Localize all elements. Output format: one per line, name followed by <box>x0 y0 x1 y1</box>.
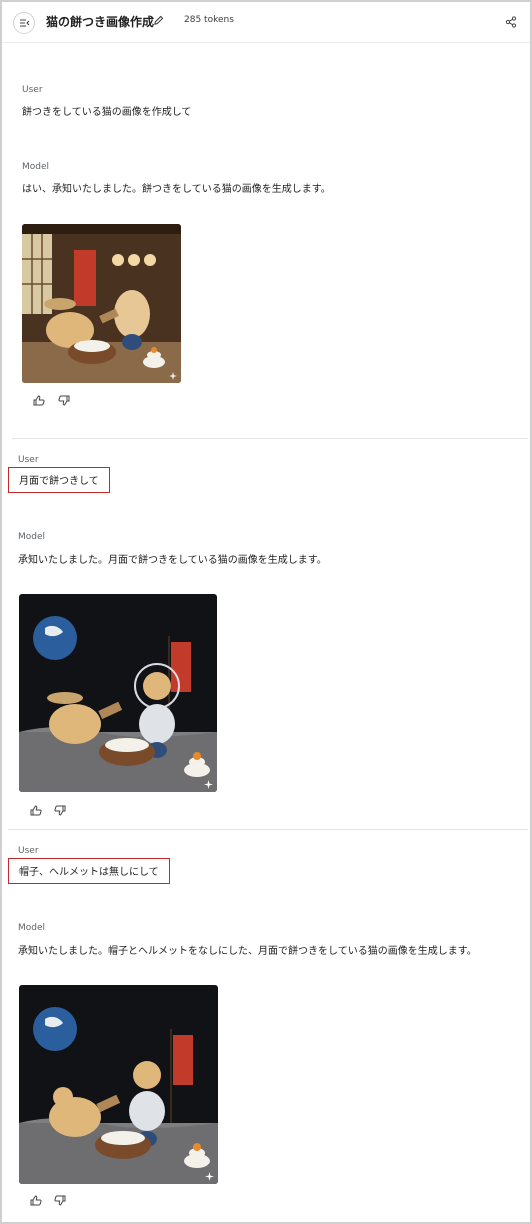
turn-divider <box>8 829 528 830</box>
token-count: 285 tokens <box>184 15 234 25</box>
turn-divider <box>12 438 528 439</box>
model-message: はい、承知いたしました。餅つきをしている猫の画像を生成します。 <box>22 184 331 195</box>
user-message: 帽子、ヘルメットは無しにして <box>8 858 170 884</box>
menu-collapse-icon <box>20 19 30 27</box>
thumbs-down-icon[interactable] <box>54 805 66 816</box>
thumbs-down-icon[interactable] <box>58 395 70 406</box>
model-role-label: Model <box>22 162 50 172</box>
menu-button[interactable] <box>13 12 35 34</box>
pencil-icon[interactable] <box>153 15 164 26</box>
model-role-label: Model <box>18 923 46 933</box>
sparkle-icon <box>204 780 213 789</box>
generated-image[interactable] <box>22 224 181 383</box>
thumbs-up-icon[interactable] <box>30 1195 42 1206</box>
sparkle-icon <box>169 372 177 380</box>
user-role-label: User <box>22 85 43 95</box>
share-icon[interactable] <box>505 16 517 28</box>
generated-image[interactable] <box>19 594 217 792</box>
model-role-label: Model <box>18 532 46 542</box>
user-role-label: User <box>18 846 39 856</box>
model-message: 承知いたしました。月面で餅つきをしている猫の画像を生成します。 <box>18 555 327 566</box>
conversation-title[interactable]: 猫の餅つき画像作成 <box>46 13 154 30</box>
user-message: 月面で餅つきして <box>8 467 110 493</box>
generated-image[interactable] <box>19 985 218 1184</box>
thumbs-up-icon[interactable] <box>30 805 42 816</box>
thumbs-down-icon[interactable] <box>54 1195 66 1206</box>
app-header: 猫の餅つき画像作成 285 tokens <box>2 2 530 43</box>
sparkle-icon <box>205 1172 214 1181</box>
thumbs-up-icon[interactable] <box>33 395 45 406</box>
user-role-label: User <box>18 455 39 465</box>
user-message: 餅つきをしている猫の画像を作成して <box>22 107 192 118</box>
model-message: 承知いたしました。帽子とヘルメットをなしにした、月面で餅つきをしている猫の画像を… <box>18 946 477 957</box>
